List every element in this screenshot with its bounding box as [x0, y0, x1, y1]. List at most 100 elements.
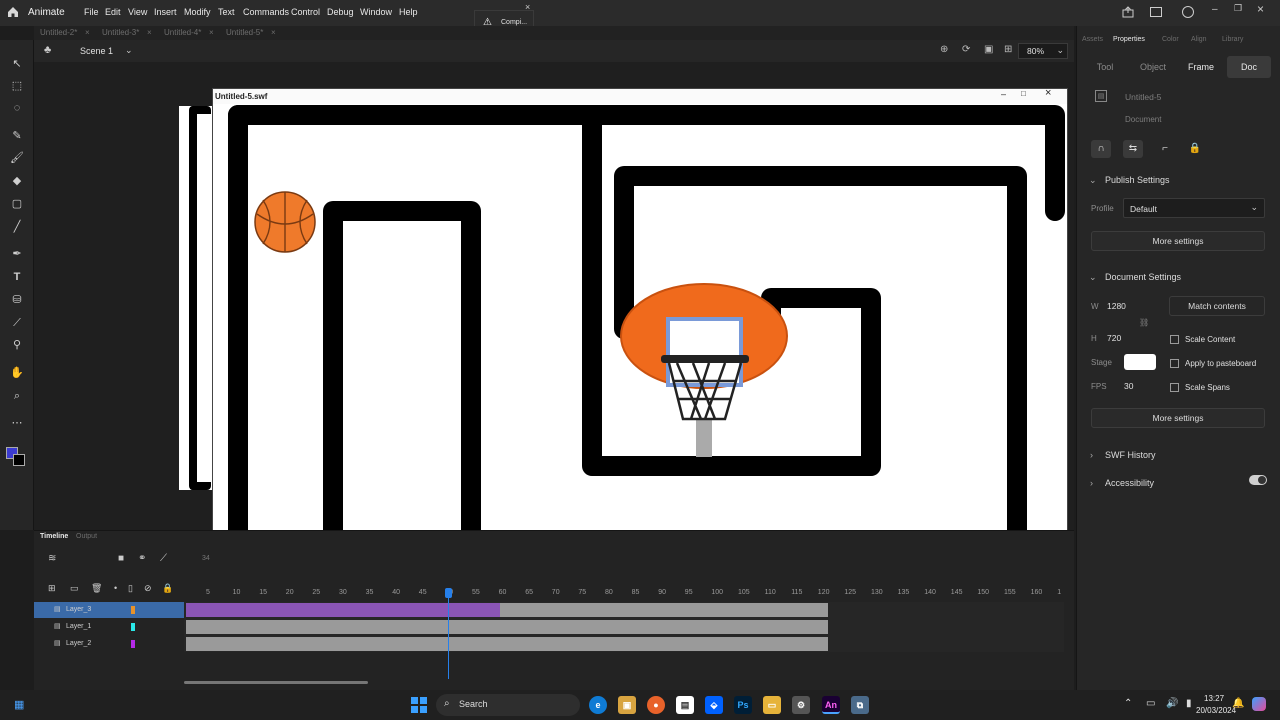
graph-icon[interactable]: ⟋	[160, 553, 167, 564]
menu-debug[interactable]: Debug	[327, 7, 354, 17]
battery-icon[interactable]: ▮	[1186, 698, 1192, 709]
selection-tool-icon[interactable]: ↖	[9, 56, 25, 72]
dropbox-icon[interactable]: ⬙	[705, 696, 723, 714]
free-transform-icon[interactable]: ⬚	[9, 78, 25, 94]
maximize-icon[interactable]: ❐	[1234, 3, 1242, 14]
copilot-icon[interactable]	[1252, 697, 1266, 711]
align-icon[interactable]: ⇆	[1123, 140, 1143, 158]
layer-row[interactable]: ▤ Layer_2	[34, 636, 184, 652]
rotate-icon[interactable]: ⟳	[962, 44, 970, 55]
lasso-icon[interactable]: ◌	[9, 100, 25, 116]
width-value[interactable]: 1280	[1107, 301, 1126, 311]
accessibility-toggle[interactable]	[1249, 475, 1267, 485]
menu-help[interactable]: Help	[399, 7, 418, 17]
center-stage-icon[interactable]: ⊞	[1004, 44, 1012, 55]
match-contents-button[interactable]: Match contents	[1169, 296, 1265, 316]
zoom-icon[interactable]: ⌕	[9, 388, 25, 404]
segment-doc[interactable]: Doc	[1227, 56, 1271, 78]
frame-span-layer1[interactable]	[186, 620, 828, 634]
maximize-icon[interactable]: □	[1021, 89, 1026, 98]
firefox-icon[interactable]: ●	[647, 696, 665, 714]
close-icon[interactable]: ×	[85, 28, 90, 37]
timeline-tab[interactable]: Timeline	[40, 533, 68, 540]
snap-icon[interactable]: ⊕	[940, 44, 948, 55]
menu-edit[interactable]: Edit	[105, 7, 121, 17]
camera-icon[interactable]: ■	[118, 553, 124, 564]
network-icon[interactable]: ▭	[1146, 698, 1155, 709]
close-icon[interactable]: ×	[147, 28, 152, 37]
minimize-icon[interactable]: –	[1001, 89, 1006, 99]
layer-row[interactable]: ▤ Layer_3	[34, 602, 184, 618]
link-icon[interactable]: ⛓	[1139, 318, 1149, 327]
chevron-down-icon[interactable]: ⌄	[125, 45, 133, 56]
swf-history-title[interactable]: SWF History	[1105, 450, 1156, 460]
clock-date[interactable]: 20/03/2024	[1196, 706, 1236, 715]
segment-frame[interactable]: Frame	[1179, 56, 1223, 78]
lock-icon[interactable]: 🔒	[1185, 140, 1205, 158]
document-settings-title[interactable]: Document Settings	[1105, 272, 1181, 282]
pin-icon[interactable]: ⚲	[9, 337, 25, 353]
accessibility-title[interactable]: Accessibility	[1105, 478, 1154, 488]
widgets-icon[interactable]: ▦	[14, 698, 28, 712]
line-icon[interactable]: ╱	[9, 219, 25, 235]
delete-icon[interactable]: 🗑	[91, 583, 102, 594]
visibility-icon[interactable]: ⊘	[144, 583, 152, 594]
new-layer-icon[interactable]: ⊞	[48, 583, 56, 594]
notepad-icon[interactable]: ▤	[676, 696, 694, 714]
volume-icon[interactable]: 🔊	[1166, 698, 1178, 709]
brush-icon[interactable]: ✎	[9, 128, 25, 144]
animate-icon[interactable]: An	[822, 696, 840, 714]
doc-tab[interactable]: Untitled-2*	[40, 28, 77, 37]
frame-ruler[interactable]: 5101520253035404550556065707580859095100…	[184, 589, 1064, 601]
profile-select[interactable]: Default ⌄	[1123, 198, 1265, 218]
text-tool-icon[interactable]: T	[9, 269, 25, 285]
menu-window[interactable]: Window	[360, 7, 392, 17]
settings-icon[interactable]: ⚙	[792, 696, 810, 714]
frame-span-layer3[interactable]	[186, 603, 500, 617]
stage-color-swatch[interactable]	[1124, 354, 1156, 370]
paint-bucket-icon[interactable]: ⛁	[9, 292, 25, 308]
frame-span-layer3-gray[interactable]	[500, 603, 828, 617]
folder-icon[interactable]: ▭	[70, 583, 79, 594]
layers-icon[interactable]: ≋	[48, 553, 56, 564]
doc-tab[interactable]: Untitled-5*	[226, 28, 263, 37]
segment-tool[interactable]: Tool	[1083, 56, 1127, 78]
more-tools-icon[interactable]: ⋯	[9, 415, 25, 431]
snap-to-objects-icon[interactable]: ∩	[1091, 140, 1111, 158]
minimize-icon[interactable]: –	[1212, 4, 1218, 15]
chevron-up-icon[interactable]: ⌃	[1124, 698, 1132, 709]
doc-tab[interactable]: Untitled-4*	[164, 28, 201, 37]
fill-color-swatch[interactable]	[13, 454, 25, 466]
share-icon[interactable]	[1122, 6, 1134, 18]
guides-icon[interactable]: ⌐	[1155, 140, 1175, 158]
timeline-scrollbar[interactable]	[184, 681, 368, 684]
eraser-icon[interactable]: ◆	[9, 173, 25, 189]
publish-more-settings-button[interactable]: More settings	[1091, 231, 1265, 251]
eyedropper-icon[interactable]: ⟋	[9, 315, 25, 331]
segment-object[interactable]: Object	[1131, 56, 1175, 78]
layer-row[interactable]: ▤ Layer_1	[34, 619, 184, 635]
close-icon[interactable]: ×	[209, 28, 214, 37]
layer-color-swatch[interactable]	[131, 640, 135, 648]
document-more-settings-button[interactable]: More settings	[1091, 408, 1265, 428]
close-icon[interactable]: ×	[525, 2, 530, 12]
scale-spans-checkbox[interactable]	[1170, 383, 1179, 392]
layer-color-swatch[interactable]	[131, 606, 135, 614]
close-window-icon[interactable]: ×	[1257, 2, 1264, 16]
home-icon[interactable]	[6, 5, 20, 19]
clip-icon[interactable]: ▣	[984, 44, 993, 55]
chevron-right-icon[interactable]: ›	[1090, 450, 1093, 460]
workspace-icon[interactable]	[1150, 7, 1162, 17]
chevron-down-icon[interactable]: ⌄	[1089, 175, 1097, 186]
menu-text[interactable]: Text	[218, 7, 235, 17]
publish-settings-title[interactable]: Publish Settings	[1105, 175, 1170, 185]
highlight-icon[interactable]: •	[114, 583, 117, 593]
close-icon[interactable]: ×	[271, 28, 276, 37]
playhead[interactable]	[448, 589, 449, 679]
menu-file[interactable]: File	[84, 7, 99, 17]
app-icon[interactable]: ⧉	[851, 696, 869, 714]
doc-tab[interactable]: Untitled-3*	[102, 28, 139, 37]
menu-modify[interactable]: Modify	[184, 7, 211, 17]
clock-time[interactable]: 13:27	[1204, 694, 1224, 703]
output-tab[interactable]: Output	[76, 533, 97, 540]
